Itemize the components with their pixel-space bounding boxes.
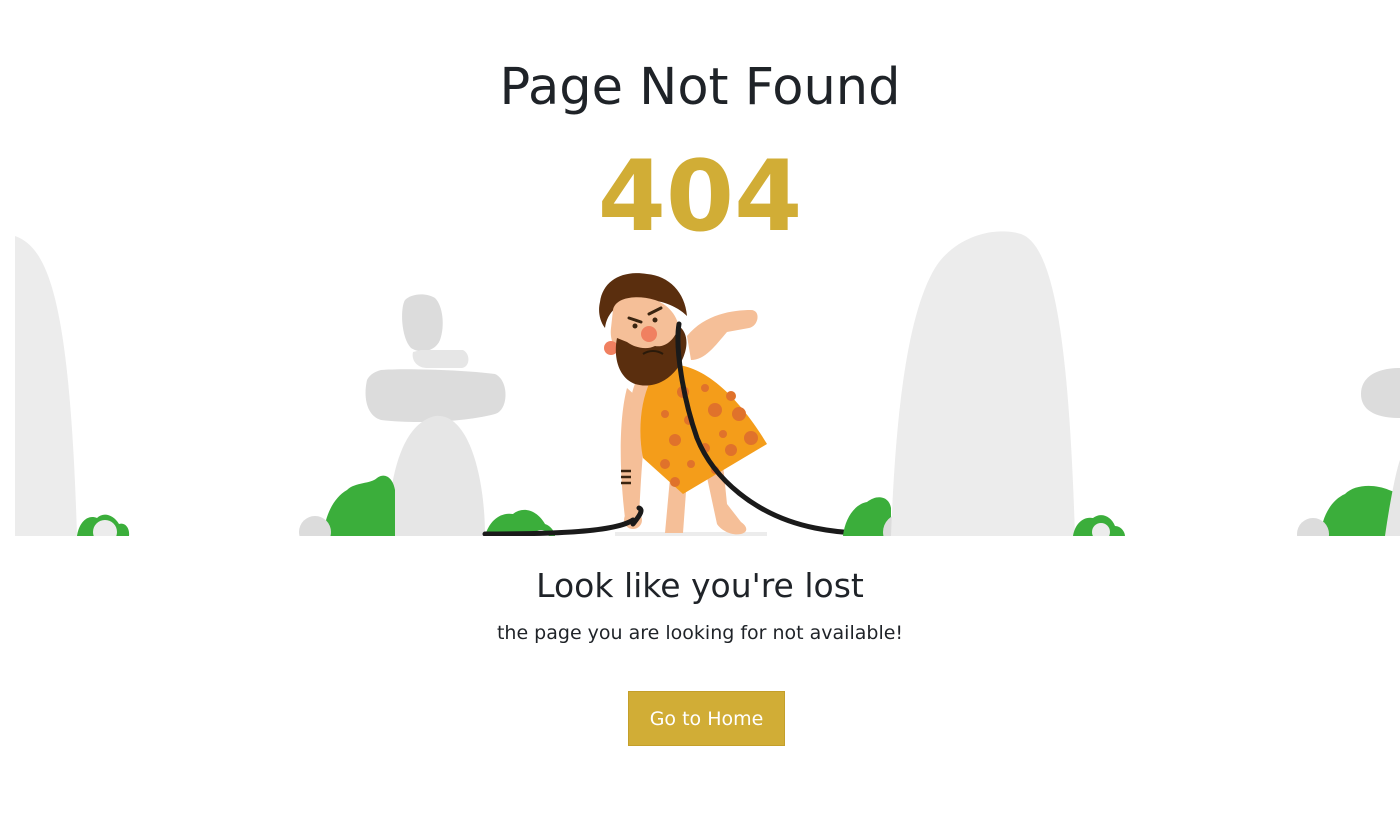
pebble-cairn (299, 516, 331, 536)
go-to-home-button[interactable]: Go to Home (628, 691, 785, 746)
page-title: Page Not Found (499, 58, 901, 117)
cairn-small-stone (412, 350, 469, 368)
rock-tall (891, 231, 1075, 536)
bush-cairn (323, 475, 395, 536)
rock-far-right (1361, 368, 1400, 418)
not-available-message: the page you are looking for not availab… (496, 622, 904, 644)
cairn-base-stone (387, 415, 485, 536)
caveman-phone-illustration (15, 231, 1400, 536)
not-found-page: Page Not Found 404 Look like you're lost… (0, 0, 1400, 816)
illustration-scene (15, 228, 1400, 536)
cairn-flat-stone (365, 369, 506, 422)
caveman-figure (482, 273, 886, 536)
rock-left (15, 236, 77, 536)
cairn-top-stone (402, 294, 443, 352)
lost-heading: Look like you're lost (536, 566, 864, 605)
